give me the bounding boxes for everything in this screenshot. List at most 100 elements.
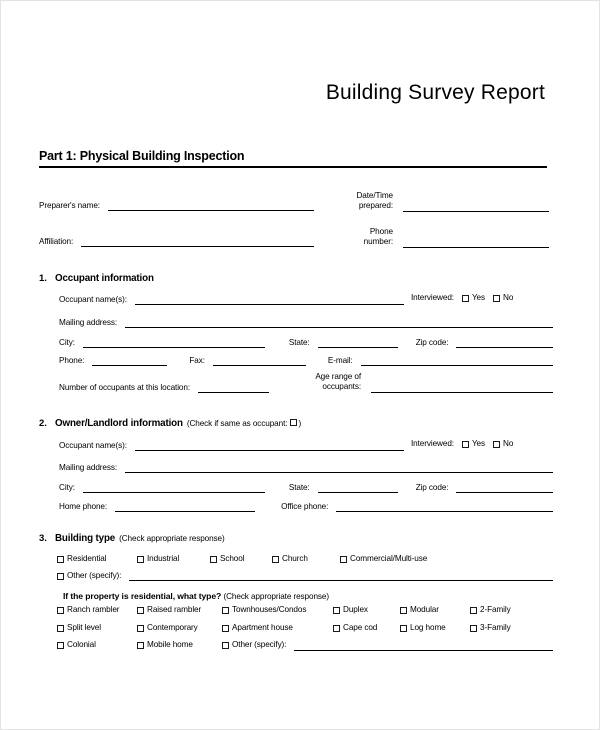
part-header-text: Part 1: Physical Building Inspection xyxy=(39,149,245,163)
checkbox-icon[interactable] xyxy=(222,606,229,614)
s1-phone-fax-email-row: Phone: Fax: E-mail: xyxy=(59,356,553,367)
residential-type-option[interactable]: Log home xyxy=(400,623,470,633)
residential-type-option[interactable]: Cape cod xyxy=(333,623,400,633)
residential-type-row-3: Colonial Mobile home Other (specify): xyxy=(57,640,553,651)
checkbox-icon[interactable] xyxy=(210,555,217,563)
s2-office-phone-input[interactable] xyxy=(336,502,553,513)
preparer-name-label: Preparer's name: xyxy=(39,201,100,210)
section-3-heading: 3. Building type (Check appropriate resp… xyxy=(39,533,225,544)
s1-occupant-names-input[interactable] xyxy=(134,295,404,306)
building-type-other-label: Other (specify): xyxy=(67,571,122,580)
building-type-church[interactable]: Church xyxy=(272,554,340,564)
residential-type-row-2: Split level Contemporary Apartment house… xyxy=(57,623,553,633)
checkbox-icon[interactable] xyxy=(333,624,340,632)
date-prepared-input[interactable] xyxy=(403,202,549,212)
s2-interviewed-yes[interactable]: Yes xyxy=(461,439,485,448)
s1-interviewed-no[interactable]: No xyxy=(493,293,513,302)
s1-interviewed-yes[interactable]: Yes xyxy=(461,293,485,302)
checkbox-icon[interactable] xyxy=(57,624,64,632)
residential-type-option[interactable]: Mobile home xyxy=(137,640,222,650)
s1-city-input[interactable] xyxy=(82,338,265,349)
residential-type-other-input[interactable] xyxy=(294,641,553,651)
checkbox-icon[interactable] xyxy=(333,606,340,614)
s1-mailing-address-row: Mailing address: xyxy=(59,318,553,329)
checkbox-icon[interactable] xyxy=(222,641,229,649)
s1-num-occupants-row: Number of occupants at this location: xyxy=(59,383,269,394)
checkbox-icon[interactable] xyxy=(57,555,64,563)
s1-phone-input[interactable] xyxy=(92,356,168,367)
residential-type-option[interactable]: Duplex xyxy=(333,605,400,615)
checkbox-icon[interactable] xyxy=(137,641,144,649)
s1-mailing-address-label: Mailing address: xyxy=(59,318,118,327)
preparer-name-row: Preparer's name: xyxy=(39,201,314,212)
s1-mailing-address-input[interactable] xyxy=(125,318,553,329)
s2-occupant-names-row: Occupant name(s): xyxy=(59,441,404,452)
s2-mailing-address-input[interactable] xyxy=(125,463,553,474)
s1-num-occupants-input[interactable] xyxy=(198,383,269,394)
section-2-note-prefix: (Check if same as occupant: xyxy=(186,419,288,428)
s2-interviewed-group: Interviewed: Yes No xyxy=(411,439,513,449)
s1-fax-input[interactable] xyxy=(212,356,306,367)
residential-type-option[interactable]: Modular xyxy=(400,605,470,615)
building-type-other-input[interactable] xyxy=(129,571,553,582)
building-type-school[interactable]: School xyxy=(210,554,272,564)
s1-state-label: State: xyxy=(288,338,310,347)
s2-state-label: State: xyxy=(288,483,310,492)
s1-zip-input[interactable] xyxy=(456,338,553,349)
checkbox-icon[interactable] xyxy=(57,606,64,614)
s2-city-input[interactable] xyxy=(82,483,265,494)
same-as-occupant-checkbox[interactable] xyxy=(290,419,298,426)
checkbox-icon[interactable] xyxy=(57,573,64,581)
s1-zip-label: Zip code: xyxy=(415,338,449,347)
s1-email-input[interactable] xyxy=(360,356,553,367)
residential-type-option[interactable]: 3-Family xyxy=(470,623,511,633)
building-type-residential[interactable]: Residential xyxy=(57,554,137,564)
residential-type-option[interactable]: Apartment house xyxy=(222,623,333,633)
building-type-commercial[interactable]: Commercial/Multi-use xyxy=(340,554,427,564)
section-2-heading: 2. Owner/Landlord information (Check if … xyxy=(39,418,302,429)
preparer-phone-input[interactable] xyxy=(403,238,549,248)
residential-type-option[interactable]: Townhouses/Condos xyxy=(222,605,333,615)
s2-zip-input[interactable] xyxy=(456,483,553,494)
residential-type-option[interactable]: Colonial xyxy=(57,640,137,650)
residential-type-other[interactable]: Other (specify): xyxy=(222,640,286,650)
s2-interviewed-no[interactable]: No xyxy=(493,439,513,448)
document-page: Building Survey Report Part 1: Physical … xyxy=(0,0,600,730)
s2-home-phone-label: Home phone: xyxy=(59,502,108,511)
residential-type-option[interactable]: Ranch rambler xyxy=(57,605,137,615)
s2-phones-row: Home phone: Office phone: xyxy=(59,502,553,513)
checkbox-icon[interactable] xyxy=(137,555,144,563)
residential-type-option[interactable]: Contemporary xyxy=(137,623,222,633)
checkbox-icon[interactable] xyxy=(57,641,64,649)
date-prepared-row: Date/Time prepared: xyxy=(331,191,549,212)
s1-occupant-names-label: Occupant name(s): xyxy=(59,295,127,304)
preparer-affiliation-label: Affiliation: xyxy=(39,237,74,246)
section-2-note-suffix: ) xyxy=(298,419,302,428)
residential-type-option[interactable]: Raised rambler xyxy=(137,605,222,615)
checkbox-icon[interactable] xyxy=(470,624,477,632)
checkbox-icon[interactable] xyxy=(461,294,469,302)
checkbox-icon[interactable] xyxy=(137,606,144,614)
s1-age-range-input[interactable] xyxy=(371,383,553,393)
checkbox-icon[interactable] xyxy=(493,294,501,302)
residential-type-option[interactable]: Split level xyxy=(57,623,137,633)
checkbox-icon[interactable] xyxy=(461,440,469,448)
building-type-industrial[interactable]: Industrial xyxy=(137,554,210,564)
preparer-affiliation-input[interactable] xyxy=(81,237,314,248)
checkbox-icon[interactable] xyxy=(137,624,144,632)
preparer-affiliation-row: Affiliation: xyxy=(39,237,314,248)
checkbox-icon[interactable] xyxy=(222,624,229,632)
s1-age-range-row: Age range of occupants: xyxy=(291,372,553,393)
residential-type-option[interactable]: 2-Family xyxy=(470,605,511,615)
s2-state-input[interactable] xyxy=(317,483,398,494)
preparer-name-input[interactable] xyxy=(107,201,314,212)
checkbox-icon[interactable] xyxy=(400,624,407,632)
checkbox-icon[interactable] xyxy=(340,555,347,563)
s2-home-phone-input[interactable] xyxy=(115,502,256,513)
s2-occupant-names-input[interactable] xyxy=(134,441,404,452)
checkbox-icon[interactable] xyxy=(272,555,279,563)
checkbox-icon[interactable] xyxy=(400,606,407,614)
checkbox-icon[interactable] xyxy=(470,606,477,614)
checkbox-icon[interactable] xyxy=(493,440,501,448)
s1-state-input[interactable] xyxy=(317,338,398,349)
